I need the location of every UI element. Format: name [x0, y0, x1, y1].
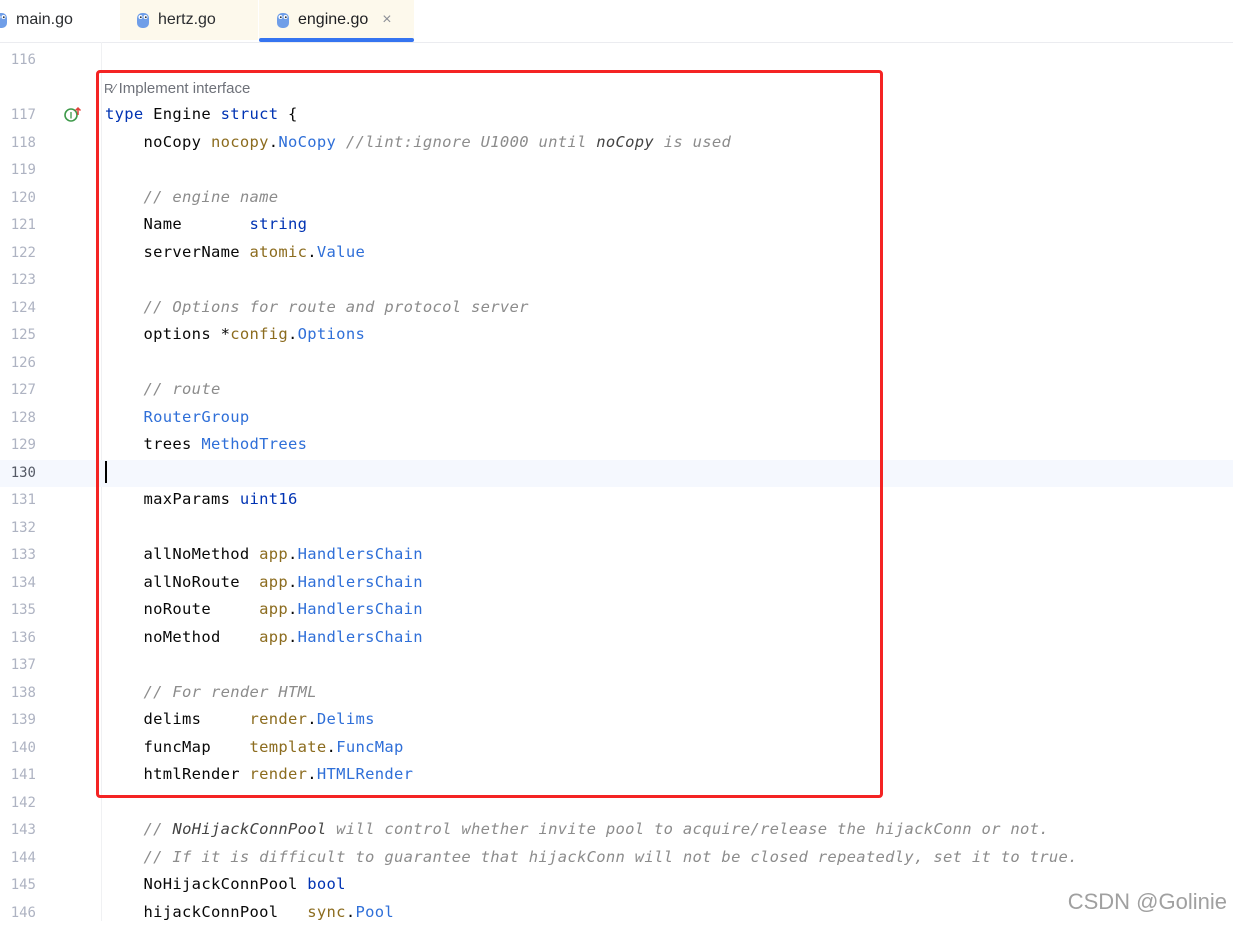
tab-engine-go[interactable]: engine.go ×	[259, 0, 414, 40]
line-number: 142	[0, 795, 36, 811]
active-tab-indicator	[259, 38, 414, 42]
line-number: 126	[0, 355, 36, 371]
line-number: 127	[0, 382, 36, 398]
line-number: 130	[0, 465, 36, 481]
code-text: hijackConnPool sync.Pool	[105, 903, 394, 921]
line-number: 128	[0, 410, 36, 426]
code-line[interactable]: 144 // If it is difficult to guarantee t…	[0, 845, 1233, 873]
code-token: NoHijackConnPool	[105, 875, 307, 893]
line-number: 143	[0, 822, 36, 838]
line-number: 121	[0, 217, 36, 233]
watermark: CSDN @Golinie	[1068, 889, 1227, 915]
editor-tab-bar: main.go hertz.go engine.go ×	[0, 0, 1233, 43]
line-number: 139	[0, 712, 36, 728]
go-gopher-icon	[276, 11, 290, 29]
line-number: 117	[0, 107, 36, 123]
code-token: bool	[307, 875, 346, 893]
code-line[interactable]: 145 NoHijackConnPool bool	[0, 872, 1233, 900]
line-number: 116	[0, 52, 36, 68]
line-number: 124	[0, 300, 36, 316]
line-number: 136	[0, 630, 36, 646]
tab-label: engine.go	[298, 11, 368, 29]
code-text: // If it is difficult to guarantee that …	[105, 848, 1078, 866]
line-number: 138	[0, 685, 36, 701]
svg-text:I: I	[70, 111, 73, 121]
line-number: 131	[0, 492, 36, 508]
code-token: // If it is difficult to guarantee that …	[105, 848, 1078, 866]
code-token: NoHijackConnPool	[172, 820, 326, 838]
tab-main-go[interactable]: main.go	[0, 0, 114, 40]
line-number: 122	[0, 245, 36, 261]
code-token: Pool	[355, 903, 394, 921]
close-icon[interactable]: ×	[382, 11, 391, 29]
line-number: 135	[0, 602, 36, 618]
code-token: hijackConnPool	[105, 903, 307, 921]
line-number: 123	[0, 272, 36, 288]
go-gopher-icon	[0, 11, 8, 29]
code-token: .	[346, 903, 356, 921]
code-text: NoHijackConnPool bool	[105, 875, 346, 893]
line-number: 146	[0, 905, 36, 921]
line-number: 145	[0, 877, 36, 893]
line-number: 137	[0, 657, 36, 673]
code-token: //	[105, 820, 172, 838]
line-number: 120	[0, 190, 36, 206]
highlight-annotation-box	[96, 70, 883, 798]
code-line[interactable]: 143 // NoHijackConnPool will control whe…	[0, 817, 1233, 845]
code-token: will control whether invite pool to acqu…	[327, 820, 1049, 838]
go-gopher-icon	[136, 11, 150, 29]
line-number: 133	[0, 547, 36, 563]
code-token: sync	[307, 903, 346, 921]
code-text: // NoHijackConnPool will control whether…	[105, 820, 1049, 838]
line-number: 140	[0, 740, 36, 756]
tab-label: hertz.go	[158, 11, 216, 29]
tab-label: main.go	[16, 11, 73, 29]
line-number: 132	[0, 520, 36, 536]
line-number: 125	[0, 327, 36, 343]
line-number: 129	[0, 437, 36, 453]
line-number: 118	[0, 135, 36, 151]
line-number: 134	[0, 575, 36, 591]
line-number: 119	[0, 162, 36, 178]
line-number: 144	[0, 850, 36, 866]
tab-hertz-go[interactable]: hertz.go	[120, 0, 258, 40]
implemented-interface-gutter-icon[interactable]: I	[64, 106, 82, 124]
line-number: 141	[0, 767, 36, 783]
code-line[interactable]: 146 hijackConnPool sync.Pool	[0, 900, 1233, 927]
